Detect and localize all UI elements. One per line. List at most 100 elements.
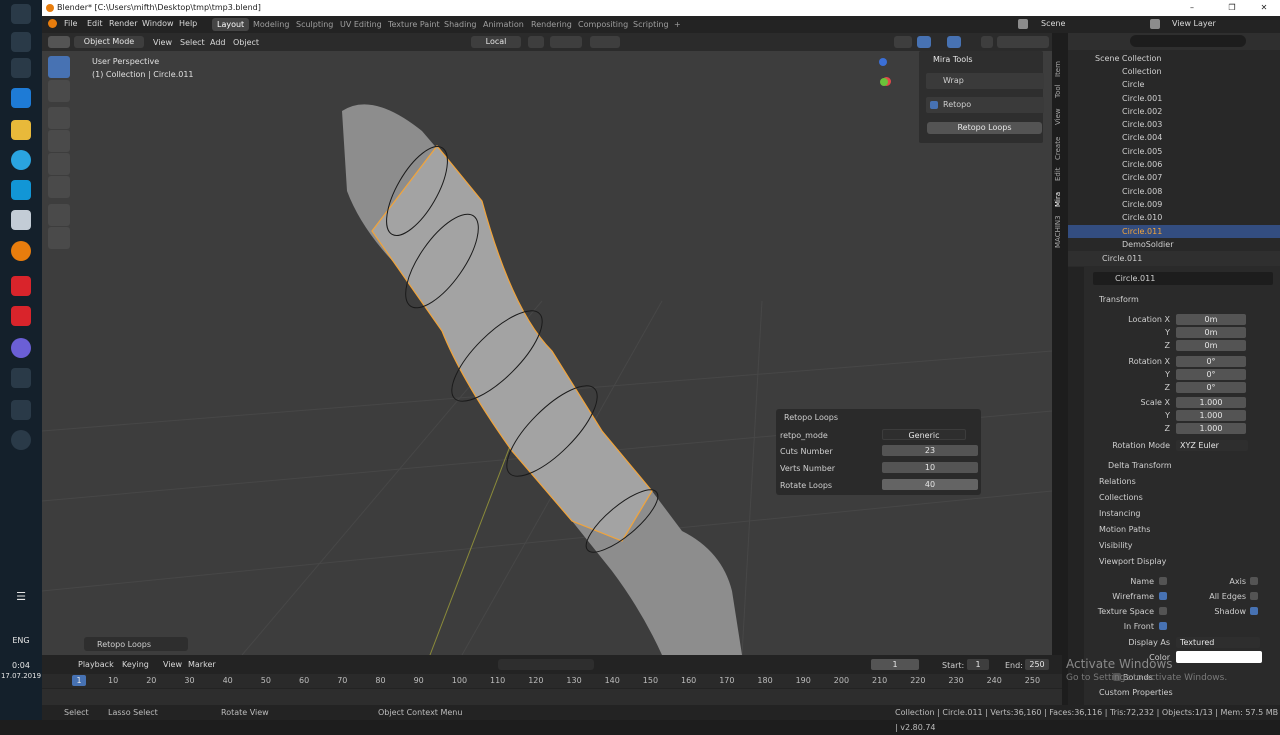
visibility-section[interactable]: Visibility — [1099, 541, 1133, 550]
outliner-row[interactable]: Circle.005 — [1068, 145, 1280, 158]
location-y-field[interactable]: 0m — [1176, 327, 1246, 338]
gizmo-y-axis[interactable] — [880, 78, 888, 86]
gizmo-z-axis[interactable] — [879, 58, 887, 66]
outliner-row[interactable]: Circle.006 — [1068, 158, 1280, 171]
cuts-number-field[interactable]: 23 — [882, 445, 978, 456]
all-edges-checkbox[interactable] — [1250, 592, 1258, 600]
tab-animation[interactable]: Animation — [478, 18, 529, 31]
blender-menu-icon[interactable] — [48, 19, 57, 28]
outliner-row[interactable]: Circle.008 — [1068, 185, 1280, 198]
retopo-row[interactable]: Retopo — [926, 97, 1044, 113]
tab-sculpting[interactable]: Sculpting — [291, 18, 338, 31]
cursor-tool-icon[interactable] — [48, 80, 70, 102]
sidebar-tab-edit[interactable]: Edit — [1054, 165, 1066, 183]
menu-window[interactable]: Window — [142, 19, 174, 28]
maximize-button[interactable]: ❐ — [1222, 0, 1242, 16]
language-indicator[interactable]: ENG — [0, 636, 42, 645]
playhead[interactable]: 1 — [72, 675, 86, 686]
tab-uv-editing[interactable]: UV Editing — [335, 18, 387, 31]
outliner-row[interactable]: Circle.007 — [1068, 171, 1280, 184]
mail-icon[interactable] — [11, 88, 31, 108]
sidebar-tab-mira[interactable]: Mira — [1054, 188, 1066, 210]
snap-icon[interactable] — [550, 36, 582, 48]
object-mode-dropdown[interactable]: Object Mode — [74, 36, 144, 48]
windows-start-icon[interactable] — [11, 4, 31, 24]
playback-menu[interactable]: Playback — [78, 660, 114, 669]
scene-collection-label[interactable]: Scene Collection — [1095, 52, 1162, 65]
tab-texture-paint[interactable]: Texture Paint — [383, 18, 445, 31]
object-name-field[interactable]: Circle.011 — [1093, 272, 1273, 285]
menu-view[interactable]: View — [153, 38, 172, 47]
search-icon[interactable] — [11, 32, 31, 52]
name-checkbox[interactable] — [1159, 577, 1167, 585]
select-box-tool-icon[interactable] — [48, 56, 70, 78]
scene-selector[interactable]: Scene — [1041, 19, 1065, 28]
annotate-tool-icon[interactable] — [48, 204, 70, 226]
location-x-field[interactable]: 0m — [1176, 314, 1246, 325]
rotation-z-field[interactable]: 0° — [1176, 382, 1246, 393]
outliner-row[interactable]: Circle.010 — [1068, 211, 1280, 224]
transform-tool-icon[interactable] — [48, 176, 70, 198]
tab-scripting[interactable]: Scripting — [628, 18, 674, 31]
wireframe-checkbox[interactable] — [1159, 592, 1167, 600]
rotate-tool-icon[interactable] — [48, 130, 70, 152]
skype-icon[interactable] — [11, 180, 31, 200]
retopo-loops-button[interactable]: Retopo Loops — [927, 122, 1042, 134]
rotation-x-field[interactable]: 0° — [1176, 356, 1246, 367]
app-red-2-icon[interactable] — [11, 306, 31, 326]
gizmo-toggle-icon[interactable] — [917, 36, 931, 48]
rotation-y-field[interactable]: 0° — [1176, 369, 1246, 380]
unity-icon[interactable] — [11, 368, 31, 388]
display-as-dropdown[interactable]: Textured — [1176, 637, 1260, 648]
menu-select[interactable]: Select — [180, 38, 205, 47]
outliner-row[interactable]: DemoSoldier — [1068, 238, 1280, 251]
scale-z-field[interactable]: 1.000 — [1176, 423, 1246, 434]
minimize-button[interactable]: – — [1182, 0, 1202, 16]
app-gray-icon[interactable] — [11, 400, 31, 420]
scale-x-field[interactable]: 1.000 — [1176, 397, 1246, 408]
task-view-icon[interactable] — [11, 58, 31, 78]
add-workspace-button[interactable]: + — [669, 18, 686, 31]
axis-checkbox[interactable] — [1250, 577, 1258, 585]
end-frame-field[interactable]: 250 — [1025, 659, 1049, 670]
delta-transform-section[interactable]: Delta Transform — [1108, 461, 1172, 470]
retpo-mode-dropdown[interactable]: Generic — [882, 429, 966, 440]
move-tool-icon[interactable] — [48, 107, 70, 129]
verts-number-field[interactable]: 10 — [882, 462, 978, 473]
file-explorer-icon[interactable] — [11, 120, 31, 140]
outliner-row[interactable]: Circle — [1068, 78, 1280, 91]
close-button[interactable]: ✕ — [1254, 0, 1274, 16]
in-front-checkbox[interactable] — [1159, 622, 1167, 630]
instancing-section[interactable]: Instancing — [1099, 509, 1140, 518]
motion-paths-section[interactable]: Motion Paths — [1099, 525, 1150, 534]
clock-time[interactable]: 0:04 — [0, 661, 42, 670]
menu-object[interactable]: Object — [233, 38, 259, 47]
outliner-row[interactable]: Circle.003 — [1068, 118, 1280, 131]
transform-section[interactable]: Transform — [1099, 295, 1139, 304]
scale-tool-icon[interactable] — [48, 153, 70, 175]
relations-section[interactable]: Relations — [1099, 477, 1136, 486]
collection-label[interactable]: Collection — [1122, 65, 1162, 78]
sidebar-tab-machin3[interactable]: MACHIN3 — [1054, 212, 1066, 252]
current-frame-field[interactable]: 1 — [871, 659, 919, 670]
network-icon[interactable]: ☰ — [0, 590, 42, 603]
start-frame-field[interactable]: 1 — [967, 659, 989, 670]
texture-space-checkbox[interactable] — [1159, 607, 1167, 615]
rotate-loops-field[interactable]: 40 — [882, 479, 978, 490]
outliner-row[interactable]: Circle.001 — [1068, 92, 1280, 105]
properties-tabs[interactable] — [1068, 267, 1084, 705]
overlay-toggle-icon[interactable] — [947, 36, 961, 48]
tab-compositing[interactable]: Compositing — [573, 18, 633, 31]
scale-y-field[interactable]: 1.000 — [1176, 410, 1246, 421]
wrap-row[interactable]: Wrap — [926, 73, 1044, 89]
menu-help[interactable]: Help — [179, 19, 197, 28]
last-operator-panel[interactable]: Retopo Loops — [84, 637, 188, 651]
tab-layout[interactable]: Layout — [212, 18, 250, 31]
measure-tool-icon[interactable] — [48, 227, 70, 249]
visibility-icon[interactable] — [894, 36, 912, 48]
tab-modeling[interactable]: Modeling — [248, 18, 294, 31]
tab-rendering[interactable]: Rendering — [526, 18, 577, 31]
view-layer-selector[interactable]: View Layer — [1172, 19, 1216, 28]
menu-render[interactable]: Render — [109, 19, 137, 28]
sidebar-tab-item[interactable]: Item — [1054, 56, 1066, 82]
